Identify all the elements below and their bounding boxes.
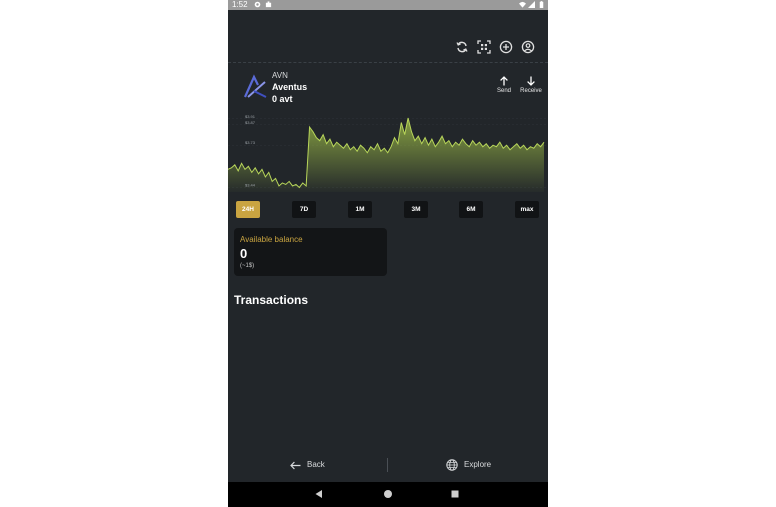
account-icon[interactable] xyxy=(521,40,535,54)
transactions-heading: Transactions xyxy=(234,293,309,307)
y-tick-label: $3.73 xyxy=(245,140,256,145)
status-bar: 1:52 xyxy=(228,0,548,10)
available-balance-value: 0 xyxy=(240,246,248,261)
globe-icon xyxy=(446,459,458,471)
range-1m-button[interactable]: 1M xyxy=(348,201,372,218)
back-button[interactable]: Back xyxy=(290,457,325,473)
y-tick-label: $3.44 xyxy=(245,182,256,187)
arrow-up-icon xyxy=(500,76,508,86)
range-6m-button[interactable]: 6M xyxy=(459,201,483,218)
time-range-selector: 24H 7D 1M 3M 6M max xyxy=(228,201,548,218)
nav-recents-icon[interactable] xyxy=(450,489,460,499)
nav-home-icon[interactable] xyxy=(383,489,393,499)
send-label: Send xyxy=(496,88,511,94)
aventus-logo xyxy=(243,74,267,98)
range-24h-button[interactable]: 24H xyxy=(236,201,260,218)
bottom-bar: Back Explore xyxy=(228,452,548,478)
asset-balance: 0 avt xyxy=(272,94,293,104)
available-balance-label: Available balance xyxy=(240,235,303,244)
divider xyxy=(228,62,548,63)
send-button[interactable]: Send xyxy=(489,76,519,94)
arrow-left-icon xyxy=(290,461,301,469)
price-chart: $3.91$3.87 $3.73 $3.44 xyxy=(228,114,548,192)
y-tick-label: $3.87 xyxy=(245,120,256,125)
signal-icon xyxy=(528,1,535,8)
receive-label: Receive xyxy=(520,88,542,94)
price-area xyxy=(228,118,544,192)
explore-button[interactable]: Explore xyxy=(446,457,491,473)
receive-button[interactable]: Receive xyxy=(516,76,546,94)
qr-scan-icon[interactable] xyxy=(477,40,491,54)
system-navigation-bar xyxy=(228,482,548,507)
available-balance-card: Available balance 0 (~1$) xyxy=(234,228,387,276)
bottom-bar-divider xyxy=(387,458,388,472)
notification-icon xyxy=(254,1,261,8)
add-circle-icon[interactable] xyxy=(499,40,513,54)
y-tick-label: $3.91 xyxy=(245,114,256,119)
range-7d-button[interactable]: 7D xyxy=(292,201,316,218)
asset-name: Aventus xyxy=(272,82,308,92)
arrow-down-icon xyxy=(527,76,535,86)
refresh-icon[interactable] xyxy=(455,40,469,54)
asset-symbol: AVN xyxy=(272,71,288,80)
range-3m-button[interactable]: 3M xyxy=(404,201,428,218)
fiat-balance: (~1$) xyxy=(240,263,255,269)
range-max-button[interactable]: max xyxy=(515,201,539,218)
battery-icon xyxy=(539,1,544,8)
storage-icon xyxy=(265,1,272,8)
nav-back-icon[interactable] xyxy=(314,489,324,499)
explore-label: Explore xyxy=(464,460,492,469)
device-screen: 1:52 AVN Aventus 0 avt Send Receive $3.9… xyxy=(228,0,548,507)
wifi-icon xyxy=(519,1,526,8)
status-time: 1:52 xyxy=(232,0,248,9)
back-label: Back xyxy=(307,460,325,469)
